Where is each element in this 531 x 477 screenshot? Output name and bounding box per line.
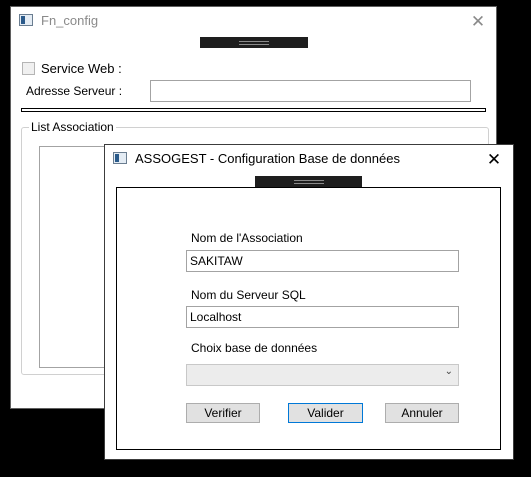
annuler-button[interactable]: Annuler xyxy=(385,403,459,423)
verifier-button[interactable]: Verifier xyxy=(186,403,260,423)
dialog-titlebar[interactable]: ASSOGEST - Configuration Base de données… xyxy=(105,145,513,175)
separator xyxy=(21,108,486,112)
fn-config-titlebar[interactable]: Fn_config ✕ xyxy=(11,7,496,37)
close-icon[interactable]: ✕ xyxy=(479,148,509,172)
nom-association-label: Nom de l'Association xyxy=(191,231,303,245)
assogest-config-dialog: ASSOGEST - Configuration Base de données… xyxy=(104,144,514,460)
close-icon[interactable]: ✕ xyxy=(463,10,493,34)
app-icon xyxy=(113,152,127,164)
adresse-serveur-label: Adresse Serveur : xyxy=(26,84,123,98)
chevron-down-icon[interactable]: ⌄ xyxy=(445,366,453,377)
toolbar-grip[interactable] xyxy=(200,37,308,48)
service-web-checkbox[interactable] xyxy=(22,62,35,75)
valider-button[interactable]: Valider xyxy=(288,403,363,423)
app-icon xyxy=(19,14,33,26)
dialog-title: ASSOGEST - Configuration Base de données xyxy=(135,151,400,166)
nom-serveur-input[interactable] xyxy=(186,306,459,328)
choix-base-select[interactable]: ⌄ xyxy=(186,364,459,386)
adresse-serveur-input[interactable] xyxy=(150,80,471,102)
nom-association-input[interactable] xyxy=(186,250,459,272)
list-association-label: List Association xyxy=(29,120,116,134)
toolbar-grip[interactable] xyxy=(255,176,362,187)
choix-base-label: Choix base de données xyxy=(191,341,318,355)
service-web-label: Service Web : xyxy=(41,61,122,76)
nom-serveur-label: Nom du Serveur SQL xyxy=(191,288,306,302)
fn-config-title: Fn_config xyxy=(41,13,99,28)
